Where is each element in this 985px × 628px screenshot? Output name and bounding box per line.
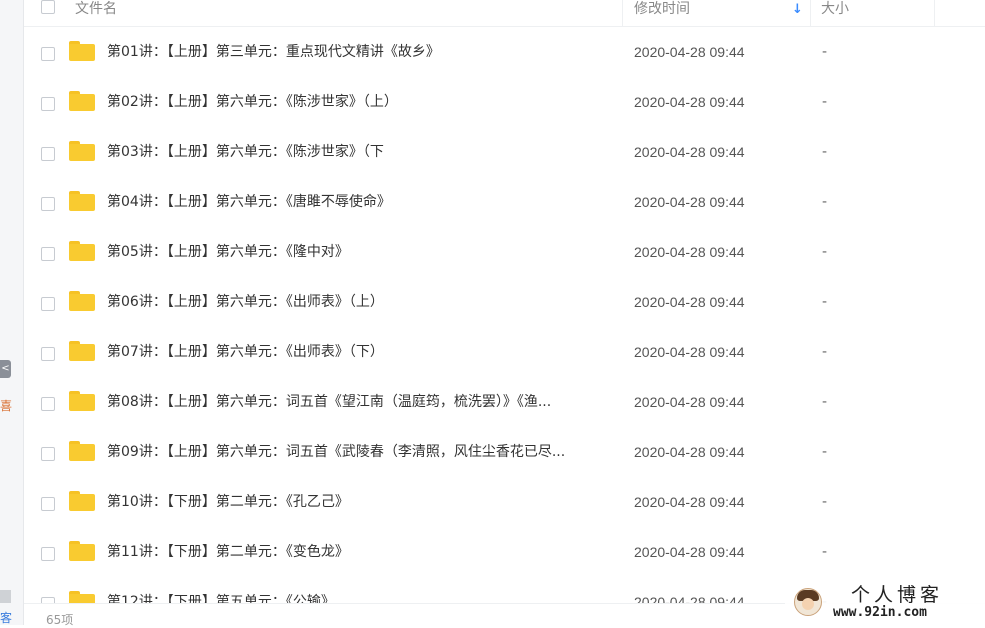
file-name[interactable]: 第09讲：【上册】第六单元：词五首《武陵春（李清照，风住尘香花已尽...: [107, 443, 607, 461]
folder-icon[interactable]: [69, 391, 95, 411]
file-list-header: 文件名 修改时间 ↓ 大小: [24, 0, 985, 27]
file-name[interactable]: 第01讲：【上册】第三单元：重点现代文精讲《故乡》: [107, 43, 607, 61]
row-checkbox[interactable]: [41, 47, 55, 61]
row-checkbox[interactable]: [41, 547, 55, 561]
file-row[interactable]: 第10讲：【下册】第二单元：《孔乙己》 2020-04-28 09:44 -: [24, 478, 985, 528]
file-size: -: [822, 294, 828, 310]
watermark-title: 个人博客: [851, 584, 944, 606]
file-name[interactable]: 第05讲：【上册】第六单元：《隆中对》: [107, 243, 607, 261]
sidebar-collapse-icon[interactable]: <: [0, 360, 11, 378]
file-name[interactable]: 第10讲：【下册】第二单元：《孔乙己》: [107, 493, 607, 511]
sidebar-partial-text: 喜: [0, 399, 13, 413]
folder-icon[interactable]: [69, 341, 95, 361]
folder-icon[interactable]: [69, 141, 95, 161]
file-name[interactable]: 第02讲：【上册】第六单元：《陈涉世家》（上）: [107, 93, 607, 111]
row-checkbox[interactable]: [41, 297, 55, 311]
file-size: -: [822, 94, 828, 110]
file-row[interactable]: 第03讲：【上册】第六单元：《陈涉世家》（下 2020-04-28 09:44 -: [24, 128, 985, 178]
file-row[interactable]: 第01讲：【上册】第三单元：重点现代文精讲《故乡》 2020-04-28 09:4…: [24, 28, 985, 78]
file-size: -: [822, 344, 828, 360]
file-name[interactable]: 第08讲：【上册】第六单元：词五首《望江南（温庭筠，梳洗罢）》《渔...: [107, 393, 607, 411]
file-name[interactable]: 第04讲：【上册】第六单元：《唐雎不辱使命》: [107, 193, 607, 211]
folder-icon[interactable]: [69, 41, 95, 61]
file-row[interactable]: 第05讲：【上册】第六单元：《隆中对》 2020-04-28 09:44 -: [24, 228, 985, 278]
folder-icon[interactable]: [69, 541, 95, 561]
column-divider[interactable]: [810, 0, 811, 26]
file-size: -: [822, 444, 828, 460]
folder-icon[interactable]: [69, 241, 95, 261]
modified-time: 2020-04-28 09:44: [634, 44, 745, 60]
folder-icon[interactable]: [69, 91, 95, 111]
modified-time: 2020-04-28 09:44: [634, 494, 745, 510]
row-checkbox[interactable]: [41, 97, 55, 111]
file-size: -: [822, 194, 828, 210]
blog-watermark: 个人博客 www.92in.com: [785, 583, 985, 625]
modified-time: 2020-04-28 09:44: [634, 94, 745, 110]
folder-icon[interactable]: [69, 491, 95, 511]
file-size: -: [822, 544, 828, 560]
file-row[interactable]: 第09讲：【上册】第六单元：词五首《武陵春（李清照，风住尘香花已尽... 2020…: [24, 428, 985, 478]
file-size: -: [822, 244, 828, 260]
left-sidebar-edge: < 喜 客: [0, 0, 24, 625]
modified-time: 2020-04-28 09:44: [634, 444, 745, 460]
file-row[interactable]: 第07讲：【上册】第六单元：《出师表》（下） 2020-04-28 09:44 -: [24, 328, 985, 378]
file-row[interactable]: 第06讲：【上册】第六单元：《出师表》（上） 2020-04-28 09:44 -: [24, 278, 985, 328]
sidebar-scroll-block: [0, 590, 11, 603]
file-row[interactable]: 第02讲：【上册】第六单元：《陈涉世家》（上） 2020-04-28 09:44 -: [24, 78, 985, 128]
modified-time: 2020-04-28 09:44: [634, 244, 745, 260]
column-header-name[interactable]: 文件名: [75, 0, 117, 18]
folder-icon[interactable]: [69, 291, 95, 311]
modified-time: 2020-04-28 09:44: [634, 294, 745, 310]
file-size: -: [822, 44, 828, 60]
file-row[interactable]: 第08讲：【上册】第六单元：词五首《望江南（温庭筠，梳洗罢）》《渔... 2020…: [24, 378, 985, 428]
modified-time: 2020-04-28 09:44: [634, 144, 745, 160]
modified-time: 2020-04-28 09:44: [634, 344, 745, 360]
row-checkbox[interactable]: [41, 197, 55, 211]
column-header-size[interactable]: 大小: [821, 0, 849, 18]
modified-time: 2020-04-28 09:44: [634, 394, 745, 410]
select-all-checkbox[interactable]: [41, 0, 55, 14]
file-row[interactable]: 第11讲：【下册】第二单元：《变色龙》 2020-04-28 09:44 -: [24, 528, 985, 578]
file-size: -: [822, 144, 828, 160]
row-checkbox[interactable]: [41, 147, 55, 161]
folder-icon[interactable]: [69, 191, 95, 211]
sidebar-partial-text-2: 客: [0, 611, 13, 625]
file-name[interactable]: 第06讲：【上册】第六单元：《出师表》（上）: [107, 293, 607, 311]
row-checkbox[interactable]: [41, 447, 55, 461]
file-name[interactable]: 第07讲：【上册】第六单元：《出师表》（下）: [107, 343, 607, 361]
file-size: -: [822, 494, 828, 510]
sort-descending-icon[interactable]: ↓: [792, 2, 803, 17]
column-divider[interactable]: [934, 0, 935, 26]
avatar-icon: [794, 588, 822, 616]
modified-time: 2020-04-28 09:44: [634, 544, 745, 560]
column-divider[interactable]: [622, 0, 623, 26]
modified-time: 2020-04-28 09:44: [634, 194, 745, 210]
file-name[interactable]: 第03讲：【上册】第六单元：《陈涉世家》（下: [107, 143, 607, 161]
column-header-modified[interactable]: 修改时间: [634, 0, 690, 18]
row-checkbox[interactable]: [41, 247, 55, 261]
watermark-url: www.92in.com: [833, 605, 927, 620]
row-checkbox[interactable]: [41, 347, 55, 361]
row-checkbox[interactable]: [41, 497, 55, 511]
row-checkbox[interactable]: [41, 397, 55, 411]
file-name[interactable]: 第11讲：【下册】第二单元：《变色龙》: [107, 543, 607, 561]
file-row[interactable]: 第04讲：【上册】第六单元：《唐雎不辱使命》 2020-04-28 09:44 -: [24, 178, 985, 228]
folder-icon[interactable]: [69, 441, 95, 461]
file-size: -: [822, 394, 828, 410]
